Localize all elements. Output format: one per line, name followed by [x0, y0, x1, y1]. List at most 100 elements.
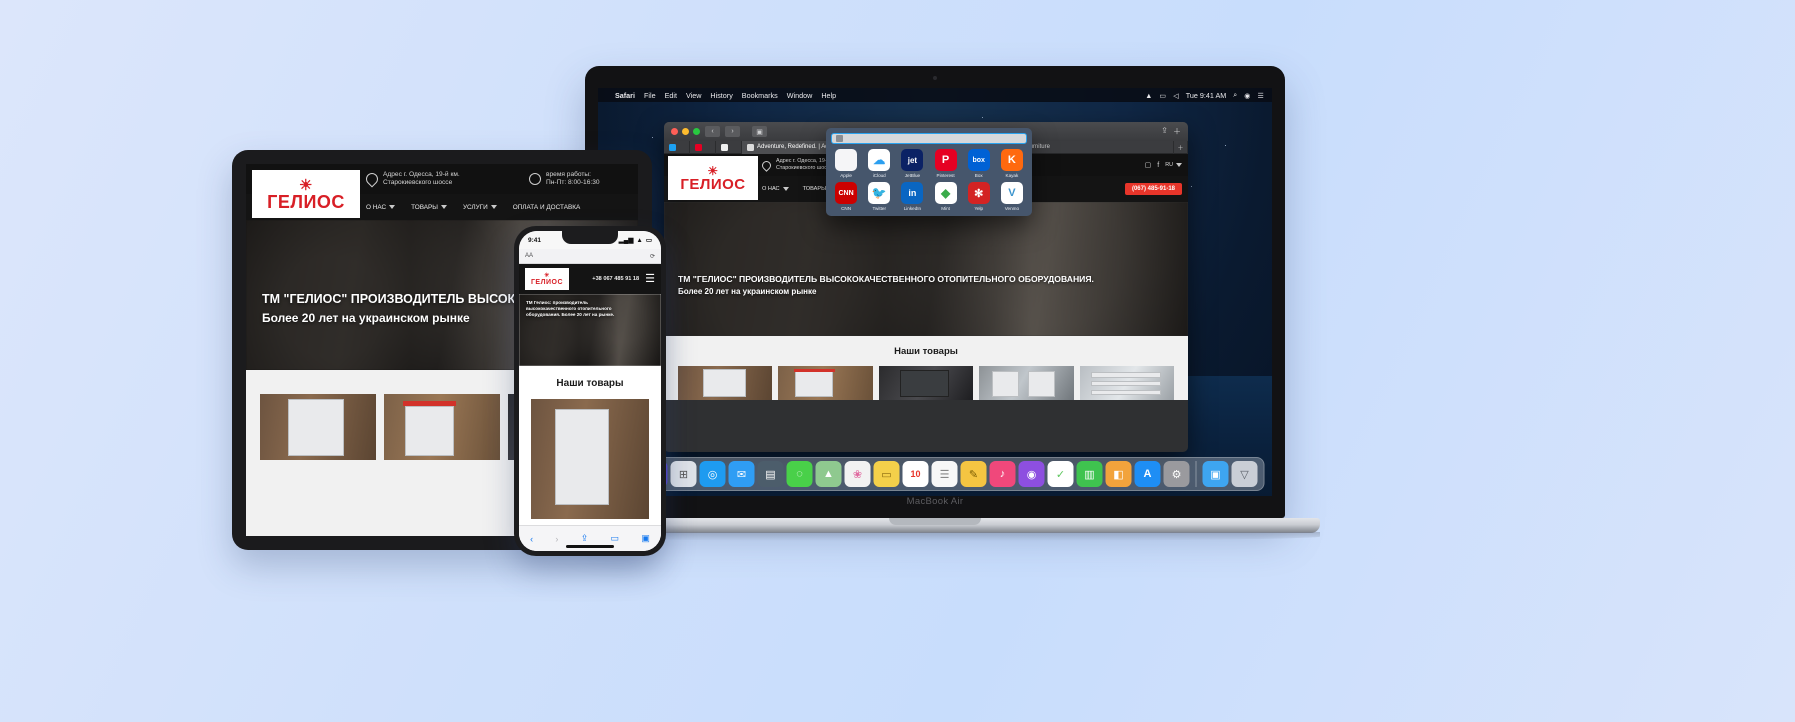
activity-icon[interactable]: ✓: [1047, 461, 1074, 487]
sidebar-icon[interactable]: ▣: [752, 126, 767, 137]
share-icon[interactable]: ⇪: [1161, 126, 1168, 137]
bookmarks-icon[interactable]: ▭: [611, 533, 620, 544]
mobile-phone-number[interactable]: +38 067 485 91 18: [592, 276, 639, 282]
maps-icon[interactable]: ▲: [815, 461, 842, 487]
favorite-linkedin[interactable]: in LinkedIn: [897, 182, 927, 211]
nav-item-products[interactable]: ТОВАРЫ: [411, 204, 447, 211]
nav-item-services[interactable]: УСЛУГИ: [463, 204, 497, 211]
photos-icon[interactable]: ❀: [844, 461, 871, 487]
wifi-icon[interactable]: ▲: [1145, 91, 1152, 100]
calendar-icon[interactable]: 10: [902, 461, 929, 487]
favorite-mint[interactable]: ◆ Mint: [930, 182, 960, 211]
close-icon[interactable]: [671, 128, 678, 135]
favorites-grid[interactable]: Apple ☁ iCloud jet JetBlue P Pinterest b…: [831, 149, 1027, 211]
nav-item-about[interactable]: О НАС: [762, 186, 789, 192]
favorite-cnn[interactable]: CNN CNN: [831, 182, 861, 211]
appstore-icon[interactable]: A: [1134, 461, 1161, 487]
trash-icon[interactable]: ▽: [1231, 461, 1258, 487]
language-switcher[interactable]: RU: [1165, 162, 1182, 168]
notes-icon[interactable]: ▭: [873, 461, 900, 487]
pages-icon[interactable]: ✎: [960, 461, 987, 487]
minimize-icon[interactable]: [682, 128, 689, 135]
forward-icon[interactable]: ›: [725, 126, 740, 137]
safari-favorites-popover[interactable]: Apple ☁ iCloud jet JetBlue P Pinterest b…: [826, 128, 1032, 216]
keynote-icon[interactable]: ◧: [1105, 461, 1132, 487]
product-card[interactable]: [531, 399, 649, 519]
numbers-icon[interactable]: ▥: [1076, 461, 1103, 487]
tab-pinterest[interactable]: [690, 140, 716, 154]
favorite-yelp[interactable]: ✻ Yelp: [964, 182, 994, 211]
product-card[interactable]: [778, 366, 873, 400]
address-bar[interactable]: [831, 133, 1027, 144]
wifi-icon: ▲: [636, 236, 643, 244]
window-traffic-lights[interactable]: [671, 128, 700, 135]
new-tab-button[interactable]: ＋: [1174, 140, 1188, 154]
favorite-box[interactable]: box Box: [964, 149, 994, 178]
phone-browser-bar[interactable]: AA ⟳: [519, 249, 661, 264]
reload-icon[interactable]: ⟳: [650, 253, 655, 260]
messages-icon[interactable]: ◌: [786, 461, 813, 487]
menu-window[interactable]: Window: [787, 91, 813, 100]
product-card[interactable]: [878, 366, 974, 400]
downloads-icon[interactable]: ▣: [1202, 461, 1229, 487]
menu-view[interactable]: View: [686, 91, 701, 100]
product-card[interactable]: [678, 366, 773, 400]
back-icon[interactable]: ‹: [705, 126, 720, 137]
new-tab-icon[interactable]: ＋: [1173, 126, 1181, 137]
hamburger-icon[interactable]: ☰: [645, 273, 655, 285]
menu-edit[interactable]: Edit: [665, 91, 677, 100]
favorite-twitter[interactable]: 🐦 Twitter: [864, 182, 894, 211]
maximize-icon[interactable]: [693, 128, 700, 135]
product-card[interactable]: [1079, 366, 1175, 400]
product-card[interactable]: [260, 394, 376, 460]
menu-help[interactable]: Help: [821, 91, 836, 100]
nav-item-payment[interactable]: ОПЛАТА И ДОСТАВКА: [513, 204, 581, 211]
settings-icon[interactable]: ⚙: [1163, 461, 1190, 487]
safari-icon[interactable]: ◎: [699, 461, 726, 487]
macos-dock[interactable]: ☺ ◉ ⊞ ◎ ✉ ▤ ◌ ▲ ❀ ▭ 10 ☰ ✎ ♪ ◉: [605, 457, 1265, 491]
favorite-apple[interactable]: Apple: [831, 149, 861, 178]
volume-icon[interactable]: ◁: [1173, 91, 1179, 100]
site-nav[interactable]: О НАС ТОВАРЫ УСЛУГИ ОПЛАТА И ДОСТАВКА: [366, 204, 580, 211]
forward-icon[interactable]: ›: [555, 534, 558, 544]
favorite-kayak[interactable]: K Kayak: [997, 149, 1027, 178]
tab-twitter[interactable]: [664, 140, 690, 154]
launchpad-icon[interactable]: ⊞: [670, 461, 697, 487]
hours-label: время работы:: [546, 170, 591, 178]
reminders-icon[interactable]: ☰: [931, 461, 958, 487]
itunes-icon[interactable]: ♪: [989, 461, 1016, 487]
menu-history[interactable]: History: [710, 91, 732, 100]
search-icon[interactable]: ⌕: [1233, 90, 1237, 100]
back-icon[interactable]: ‹: [530, 534, 533, 544]
podcasts-icon[interactable]: ◉: [1018, 461, 1045, 487]
product-card[interactable]: [384, 394, 500, 460]
site-logo[interactable]: ☀ ГЕЛИОС: [252, 170, 360, 218]
menubar-clock[interactable]: Tue 9:41 AM: [1186, 91, 1227, 100]
menu-file[interactable]: File: [644, 91, 656, 100]
nav-item-about[interactable]: О НАС: [366, 204, 396, 211]
logo-text: ГЕЛИОС: [267, 191, 345, 212]
phone-button[interactable]: (067) 485-91-18: [1124, 183, 1182, 195]
favorite-jetblue[interactable]: jet JetBlue: [897, 149, 927, 178]
site-logo[interactable]: ☀ ГЕЛИОС: [525, 268, 569, 290]
product-card[interactable]: [979, 366, 1074, 400]
battery-icon: ▭: [645, 237, 652, 244]
facebook-icon[interactable]: f: [1157, 162, 1159, 169]
battery-icon[interactable]: ▭: [1159, 91, 1166, 100]
siri-icon[interactable]: ◉: [1244, 91, 1250, 100]
favorite-pinterest[interactable]: P Pinterest: [930, 149, 960, 178]
instagram-icon[interactable]: ▢: [1145, 161, 1152, 169]
menu-safari[interactable]: Safari: [615, 91, 635, 100]
list-icon[interactable]: ☰: [1258, 91, 1264, 100]
mail-icon[interactable]: ✉: [728, 461, 755, 487]
share-icon[interactable]: ⇪: [581, 533, 589, 544]
tab-misc[interactable]: [716, 140, 742, 154]
site-logo[interactable]: ☀ ГЕЛИОС: [668, 156, 758, 200]
tabs-icon[interactable]: ▣: [641, 533, 650, 544]
macos-menubar[interactable]: Safari File Edit View History Bookmarks …: [598, 88, 1272, 102]
menu-bookmarks[interactable]: Bookmarks: [742, 91, 778, 100]
favorite-venmo[interactable]: V Venmo: [997, 182, 1027, 211]
text-size-button[interactable]: AA: [525, 253, 533, 259]
contacts-icon[interactable]: ▤: [757, 461, 784, 487]
favorite-icloud[interactable]: ☁ iCloud: [864, 149, 894, 178]
